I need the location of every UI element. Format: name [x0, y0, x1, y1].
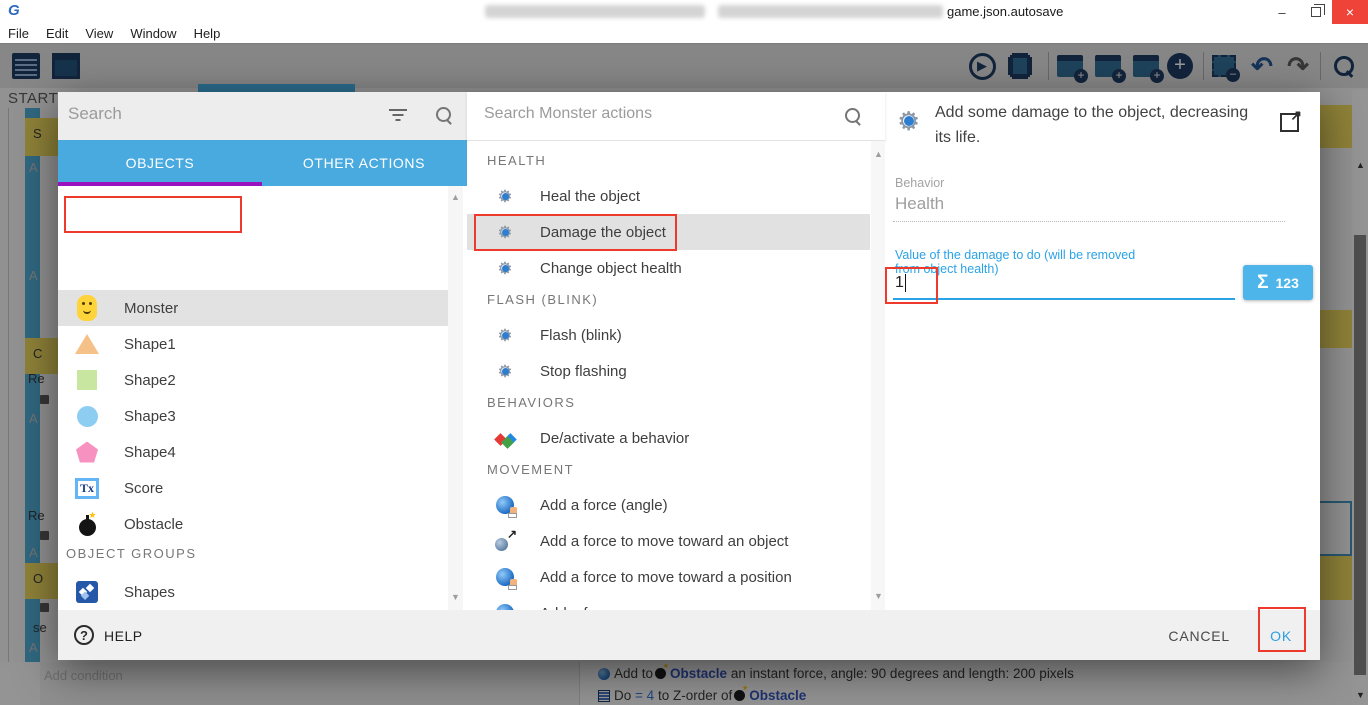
search-icon[interactable] [845, 108, 863, 126]
dialog-footer: ? HELP CANCEL OK [58, 610, 1320, 660]
cancel-button[interactable]: CANCEL [1168, 628, 1230, 644]
action-row-heal[interactable]: ⚙ Heal the object [467, 178, 870, 214]
text-object-icon: Tx [75, 478, 99, 499]
action-search-input[interactable] [484, 105, 814, 123]
help-icon[interactable]: ? [74, 625, 94, 645]
action-row-force-toward-object[interactable]: Add a force to move toward an object [467, 523, 870, 559]
action-row-partial[interactable]: Add a force [467, 595, 870, 610]
force-icon [496, 496, 514, 514]
gear-icon: ⚙ [497, 327, 512, 344]
object-row-shape4[interactable]: Shape4 [58, 434, 452, 470]
object-row-shape2[interactable]: Shape2 [58, 362, 452, 398]
action-description: Add some damage to the object, decreasin… [935, 100, 1265, 150]
scroll-up-icon[interactable]: ▲ [451, 192, 460, 202]
document-title: game.json.autosave [947, 4, 1063, 19]
object-row-shape3[interactable]: Shape3 [58, 398, 452, 434]
bomb-icon [79, 519, 96, 536]
gear-icon: ⚙ [497, 224, 512, 241]
menu-edit[interactable]: Edit [46, 26, 68, 41]
gear-icon: ⚙ [497, 363, 512, 380]
object-list: Monster Shape1 Shape2 Shape3 Shape4 Tx S… [58, 186, 467, 610]
force-icon [496, 568, 514, 586]
restore-icon [1311, 7, 1321, 17]
action-row-flash[interactable]: ⚙ Flash (blink) [467, 317, 870, 353]
group-icon [76, 581, 98, 603]
gear-icon: ⚙ [497, 260, 512, 277]
gdevelop-window: G game.json.autosave – × File Edit View … [0, 0, 1368, 705]
action-row-deactivate-behavior[interactable]: De/activate a behavior [467, 420, 870, 456]
redacted-path-blob [718, 5, 943, 18]
action-editor-dialog: OBJECTS OTHER ACTIONS Monster Shape1 Sha… [58, 92, 1320, 660]
square-icon [77, 370, 97, 390]
action-search-bar [467, 92, 885, 141]
circle-icon [77, 406, 98, 427]
section-header-behaviors: BEHAVIORS [487, 395, 575, 410]
menu-window[interactable]: Window [130, 26, 176, 41]
minimize-button[interactable]: – [1266, 0, 1298, 24]
filter-icon[interactable] [388, 109, 408, 123]
action-row-change-health[interactable]: ⚙ Change object health [467, 250, 870, 286]
pentagon-icon [76, 442, 98, 463]
object-row-obstacle[interactable]: Obstacle [58, 506, 452, 542]
gdevelop-logo-icon: G [8, 2, 20, 19]
action-row-add-force-angle[interactable]: Add a force (angle) [467, 487, 870, 523]
expression-editor-button[interactable]: Σ 123 [1243, 265, 1313, 300]
scroll-down-icon[interactable]: ▼ [451, 592, 460, 602]
damage-value-field[interactable]: 1 [895, 274, 906, 292]
object-search-input[interactable] [68, 104, 368, 124]
monster-icon [77, 295, 97, 321]
tab-objects[interactable]: OBJECTS [58, 140, 262, 186]
force-toward-object-icon [495, 531, 515, 551]
menu-file[interactable]: File [8, 26, 29, 41]
param-label-line2: from object health) [895, 262, 999, 276]
scroll-up-icon[interactable]: ▲ [874, 149, 883, 159]
section-header-movement: MOVEMENT [487, 462, 574, 477]
object-row-monster[interactable]: Monster [58, 290, 452, 326]
section-header-flash: FLASH (BLINK) [487, 292, 598, 307]
close-button[interactable]: × [1332, 0, 1368, 24]
ok-button[interactable]: OK [1270, 628, 1292, 644]
object-list-scrollbar[interactable]: ▲ ▼ [448, 186, 463, 610]
triangle-icon [75, 334, 99, 354]
text-cursor [905, 274, 906, 292]
section-header-health: HEALTH [487, 153, 546, 168]
title-bar: G game.json.autosave – × [0, 0, 1368, 24]
search-icon[interactable] [436, 107, 454, 125]
menu-help[interactable]: Help [194, 26, 221, 41]
object-groups-header: OBJECT GROUPS [66, 546, 197, 561]
field-divider [893, 221, 1285, 222]
behavior-field-label: Behavior [895, 176, 944, 190]
gear-icon: ⚙ [497, 188, 512, 205]
action-row-force-toward-position[interactable]: Add a force to move toward a position [467, 559, 870, 595]
object-row-shape1[interactable]: Shape1 [58, 326, 452, 362]
behavior-icon [494, 427, 516, 449]
object-search-bar [58, 92, 467, 140]
menu-view[interactable]: View [85, 26, 113, 41]
scroll-down-icon[interactable]: ▼ [874, 591, 883, 601]
help-button[interactable]: HELP [104, 628, 143, 644]
field-underline [893, 298, 1235, 300]
tab-other-actions[interactable]: OTHER ACTIONS [262, 140, 466, 186]
action-gear-icon: ⚙ [897, 108, 920, 135]
param-label-line1: Value of the damage to do (will be remov… [895, 248, 1135, 262]
action-row-stop-flashing[interactable]: ⚙ Stop flashing [467, 353, 870, 389]
action-row-damage[interactable]: ⚙ Damage the object [467, 214, 870, 250]
group-row-shapes[interactable]: Shapes [58, 574, 452, 610]
action-list: HEALTH ⚙ Heal the object ⚙ Damage the ob… [467, 141, 885, 610]
sigma-icon: Σ [1257, 272, 1268, 294]
redacted-path-blob [485, 5, 705, 18]
dialog-tabs: OBJECTS OTHER ACTIONS [58, 140, 467, 186]
object-row-score[interactable]: Tx Score [58, 470, 452, 506]
action-list-scrollbar[interactable]: ▲ ▼ [871, 141, 885, 610]
restore-button[interactable] [1300, 0, 1332, 24]
menu-bar: File Edit View Window Help [0, 24, 1368, 43]
open-in-new-icon[interactable] [1280, 110, 1302, 132]
behavior-field-value[interactable]: Health [895, 194, 944, 214]
